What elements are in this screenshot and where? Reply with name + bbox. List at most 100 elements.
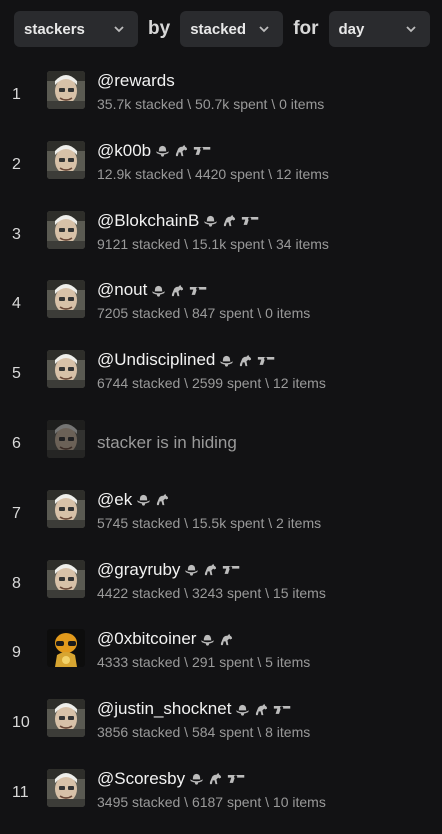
stacker-stats: 35.7k stacked \ 50.7k spent \ 0 items: [97, 96, 325, 112]
rank-number: 10: [12, 714, 30, 732]
cowboy-hat-icon: [200, 633, 215, 646]
stacker-name-link[interactable]: @ek: [97, 490, 170, 510]
stacker-name: @Scoresby: [97, 768, 186, 788]
gun-icon: [222, 564, 241, 575]
badge-group: [155, 144, 212, 157]
badge-group: [219, 354, 276, 367]
stacker-name: @justin_shocknet: [97, 699, 232, 719]
horse-icon: [238, 354, 253, 367]
type-select-value: stackers: [24, 20, 85, 38]
avatar[interactable]: [47, 350, 85, 389]
stacker-name-link[interactable]: @k00b: [97, 141, 212, 161]
chevron-down-icon: [405, 26, 416, 33]
badge-group: [203, 214, 260, 227]
leaderboard-row: 1 @rewards 35.7k stacked \ 50.7k spent \ 0…: [0, 66, 442, 136]
gun-icon: [257, 355, 276, 366]
stacker-stats: 9121 stacked \ 15.1k spent \ 34 items: [97, 235, 329, 252]
leaderboard-row: 8 @grayruby 4422 stacked \ 3243 spent \ 15…: [0, 555, 442, 625]
for-label: for: [293, 18, 319, 39]
cowboy-hat-icon: [235, 703, 250, 716]
hidden-stacker-text: stacker is in hiding: [97, 432, 237, 452]
rank-number: 7: [12, 504, 21, 522]
horse-icon: [155, 493, 170, 506]
cowboy-hat-icon: [219, 354, 234, 367]
stacker-stats: 3495 stacked \ 6187 spent \ 10 items: [97, 793, 326, 810]
leaderboard-row: 6 stacker is in hiding: [0, 415, 442, 485]
period-select-value: day: [338, 20, 365, 38]
rank-number: 11: [12, 783, 29, 801]
stacker-stats: 4333 stacked \ 291 spent \ 5 items: [97, 654, 311, 671]
gun-icon: [273, 704, 292, 715]
stacker-stats: 4422 stacked \ 3243 spent \ 15 items: [97, 584, 326, 601]
leaderboard-row: 7 @ek 5745 stacked \ 15.5k spent \ 2 items: [0, 485, 442, 555]
stacker-stats: 6744 stacked \ 2599 spent \ 12 items: [97, 375, 326, 392]
avatar[interactable]: [47, 559, 85, 598]
stacker-name: @BlokchainB: [97, 210, 200, 230]
badge-group: [235, 703, 292, 716]
stacker-name: @0xbitcoiner: [97, 629, 197, 649]
leaderboard-row: 10 @justin_shocknet 3856 stacked \ 584 spe…: [0, 694, 442, 764]
leaderboard-row: 4 @nout 7205 stacked \ 847 spent \ 0 items: [0, 275, 442, 345]
stacker-name-link[interactable]: @BlokchainB: [97, 211, 260, 231]
cowboy-hat-icon: [189, 772, 204, 786]
chevron-down-icon: [259, 26, 269, 33]
rank-number: 3: [12, 225, 21, 243]
leaderboard-filter-bar: stackers by stacked for day: [14, 11, 430, 47]
stacker-name-link[interactable]: @justin_shocknet: [97, 699, 292, 719]
rank-number: 9: [12, 644, 21, 662]
gun-icon: [193, 145, 212, 156]
avatar[interactable]: [47, 629, 85, 668]
stacker-name: @ek: [97, 489, 133, 509]
by-label: by: [148, 18, 171, 39]
gun-icon: [227, 773, 246, 784]
type-select[interactable]: stackers: [14, 11, 138, 47]
horse-icon: [219, 633, 234, 646]
cowboy-hat-icon: [136, 493, 151, 506]
by-select[interactable]: stacked: [180, 11, 284, 47]
rank-number: 6: [12, 434, 21, 452]
avatar[interactable]: [47, 489, 85, 528]
horse-icon: [254, 703, 269, 716]
avatar[interactable]: [47, 699, 85, 738]
stacker-name-link[interactable]: @rewards: [97, 71, 175, 91]
stacker-stats: 3856 stacked \ 584 spent \ 8 items: [97, 724, 311, 741]
leaderboard-row: 2 @k00b 12.9k stacked \ 4420 spent \ 12 it…: [0, 136, 442, 206]
avatar[interactable]: [47, 280, 85, 319]
leaderboard-row: 9 @0xbitcoiner 4333 stacked \ 291 spent \ …: [0, 624, 442, 694]
by-select-value: stacked: [190, 20, 247, 38]
horse-icon: [170, 284, 185, 297]
cowboy-hat-icon: [203, 214, 218, 227]
leaderboard-row: 11 @Scoresby 3495 stacked \ 6187 spent \ 1…: [0, 764, 442, 834]
cowboy-hat-icon: [151, 284, 166, 297]
horse-icon: [174, 144, 189, 157]
gun-icon: [189, 285, 208, 296]
stacker-name: @Undisciplined: [97, 350, 216, 370]
rank-number: 5: [12, 365, 21, 383]
leaderboard-row: 5 @Undisciplined 6744 stacked \ 2599 spent…: [0, 345, 442, 415]
stacker-name-link[interactable]: @Undisciplined: [97, 350, 276, 370]
avatar: [47, 419, 85, 458]
badge-group: [189, 772, 246, 786]
stacker-name: @nout: [97, 280, 148, 300]
stacker-name-link[interactable]: @grayruby: [97, 560, 241, 580]
horse-icon: [208, 772, 223, 785]
stacker-stats: 7205 stacked \ 847 spent \ 0 items: [97, 305, 311, 322]
avatar[interactable]: [47, 71, 85, 109]
avatar[interactable]: [47, 768, 85, 807]
stacker-name-link[interactable]: @Scoresby: [97, 769, 246, 789]
stacker-name: @grayruby: [97, 559, 181, 579]
rank-number: 2: [12, 155, 21, 173]
stacker-name-link[interactable]: @nout: [97, 280, 208, 300]
stacker-name: @rewards: [97, 71, 175, 90]
leaderboard-row: 3 @BlokchainB 9121 stacked \ 15.1k spent \…: [0, 206, 442, 276]
rank-number: 1: [12, 86, 21, 103]
rank-number: 4: [12, 295, 21, 313]
gun-icon: [241, 215, 260, 226]
avatar[interactable]: [47, 140, 85, 179]
avatar[interactable]: [47, 210, 85, 249]
stacker-name-link[interactable]: @0xbitcoiner: [97, 629, 234, 649]
cowboy-hat-icon: [155, 144, 170, 157]
badge-group: [184, 563, 241, 576]
period-select[interactable]: day: [328, 11, 430, 47]
horse-icon: [203, 563, 218, 576]
